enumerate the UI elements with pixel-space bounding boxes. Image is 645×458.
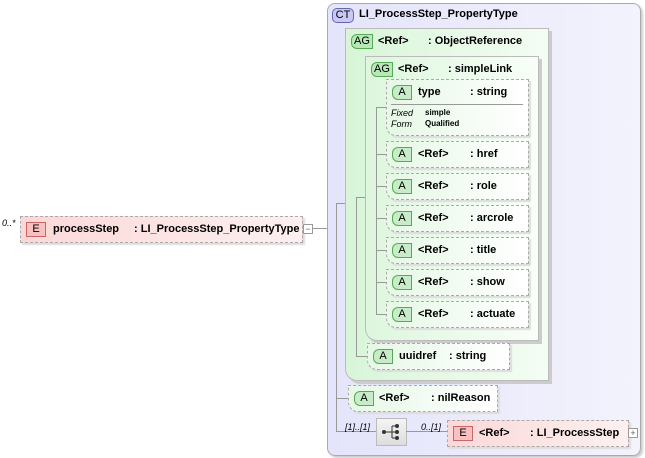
element-type: : LI_ProcessStep bbox=[530, 427, 620, 439]
connector bbox=[336, 203, 345, 204]
element-badge-icon: E bbox=[26, 222, 46, 237]
attribute-badge-icon: A bbox=[392, 243, 412, 258]
group-name: <Ref> bbox=[398, 63, 429, 75]
connector bbox=[376, 314, 386, 315]
attribute-type: : string bbox=[470, 86, 508, 98]
form-label: Form bbox=[391, 119, 412, 129]
connector bbox=[376, 186, 386, 187]
connector bbox=[356, 197, 357, 356]
attribute-type: : nilReason bbox=[431, 392, 491, 404]
uuidref-attribute[interactable]: A uuidref : string bbox=[367, 343, 510, 370]
process-step-ref-element[interactable]: E <Ref> : LI_ProcessStep bbox=[447, 420, 629, 447]
attribute-name: <Ref> bbox=[418, 180, 449, 192]
connector bbox=[376, 154, 386, 155]
sequence-multiplicity: [1]..[1] bbox=[345, 422, 371, 432]
element-name: processStep bbox=[53, 223, 120, 235]
connector bbox=[336, 398, 348, 399]
attribute-type: : actuate bbox=[470, 308, 516, 320]
attribute-name: <Ref> bbox=[379, 392, 410, 404]
link-attribute[interactable]: A <Ref> : arcrole bbox=[386, 205, 529, 232]
attribute-name: <Ref> bbox=[418, 244, 449, 256]
type-attribute[interactable]: A type : string Fixed simple Form Qualif… bbox=[386, 79, 529, 136]
form-value: Qualified bbox=[425, 119, 460, 128]
element-type: : LI_ProcessStep_PropertyType bbox=[134, 223, 300, 235]
link-attribute[interactable]: A <Ref> : href bbox=[386, 141, 529, 168]
attribute-group-badge-icon: AG bbox=[371, 62, 393, 77]
attribute-type: : arcrole bbox=[470, 212, 514, 224]
complex-type-badge-icon: CT bbox=[332, 8, 354, 23]
attribute-badge-icon: A bbox=[392, 147, 412, 162]
attribute-badge-icon: A bbox=[373, 349, 393, 364]
connector bbox=[376, 218, 386, 219]
attribute-name: <Ref> bbox=[418, 276, 449, 288]
attribute-type: : role bbox=[470, 180, 497, 192]
attribute-type: : title bbox=[470, 244, 497, 256]
group-name: <Ref> bbox=[378, 35, 409, 47]
link-attribute[interactable]: A <Ref> : title bbox=[386, 237, 529, 264]
fixed-label: Fixed bbox=[391, 108, 414, 118]
attribute-name: type bbox=[418, 86, 441, 98]
attribute-badge-icon: A bbox=[354, 391, 374, 406]
connector bbox=[376, 107, 386, 108]
fixed-value: simple bbox=[425, 108, 451, 117]
link-attribute[interactable]: A <Ref> : actuate bbox=[386, 301, 529, 328]
attribute-badge-icon: A bbox=[392, 275, 412, 290]
collapse-icon[interactable]: − bbox=[303, 224, 313, 234]
sequence-icon[interactable] bbox=[376, 418, 407, 446]
connector bbox=[336, 203, 337, 431]
element-name: <Ref> bbox=[479, 427, 510, 439]
link-attribute[interactable]: A <Ref> : role bbox=[386, 173, 529, 200]
attribute-badge-icon: A bbox=[392, 85, 412, 100]
attribute-badge-icon: A bbox=[392, 211, 412, 226]
connector bbox=[356, 197, 365, 198]
group-type: : simpleLink bbox=[448, 63, 513, 75]
connector bbox=[356, 356, 367, 357]
complex-type-name: LI_ProcessStep_PropertyType bbox=[359, 8, 518, 20]
attribute-name: <Ref> bbox=[418, 148, 449, 160]
root-multiplicity: 0..* bbox=[2, 218, 16, 228]
attribute-name: <Ref> bbox=[418, 308, 449, 320]
attribute-name: uuidref bbox=[399, 350, 437, 362]
process-step-element[interactable]: E processStep : LI_ProcessStep_PropertyT… bbox=[20, 216, 303, 243]
connector bbox=[376, 282, 386, 283]
attribute-name: <Ref> bbox=[418, 212, 449, 224]
connector bbox=[376, 250, 386, 251]
attribute-type: : show bbox=[470, 276, 505, 288]
element-badge-icon: E bbox=[453, 426, 473, 441]
link-attribute[interactable]: A <Ref> : show bbox=[386, 269, 529, 296]
expand-icon[interactable]: + bbox=[628, 428, 638, 438]
nil-reason-attribute[interactable]: A <Ref> : nilReason bbox=[348, 385, 498, 412]
ref-multiplicity: 0..[1] bbox=[421, 422, 442, 432]
attribute-type: : href bbox=[470, 148, 498, 160]
attribute-badge-icon: A bbox=[392, 179, 412, 194]
attribute-badge-icon: A bbox=[392, 307, 412, 322]
attribute-group-badge-icon: AG bbox=[351, 34, 373, 49]
attribute-type: : string bbox=[449, 350, 487, 362]
group-type: : ObjectReference bbox=[428, 35, 523, 47]
